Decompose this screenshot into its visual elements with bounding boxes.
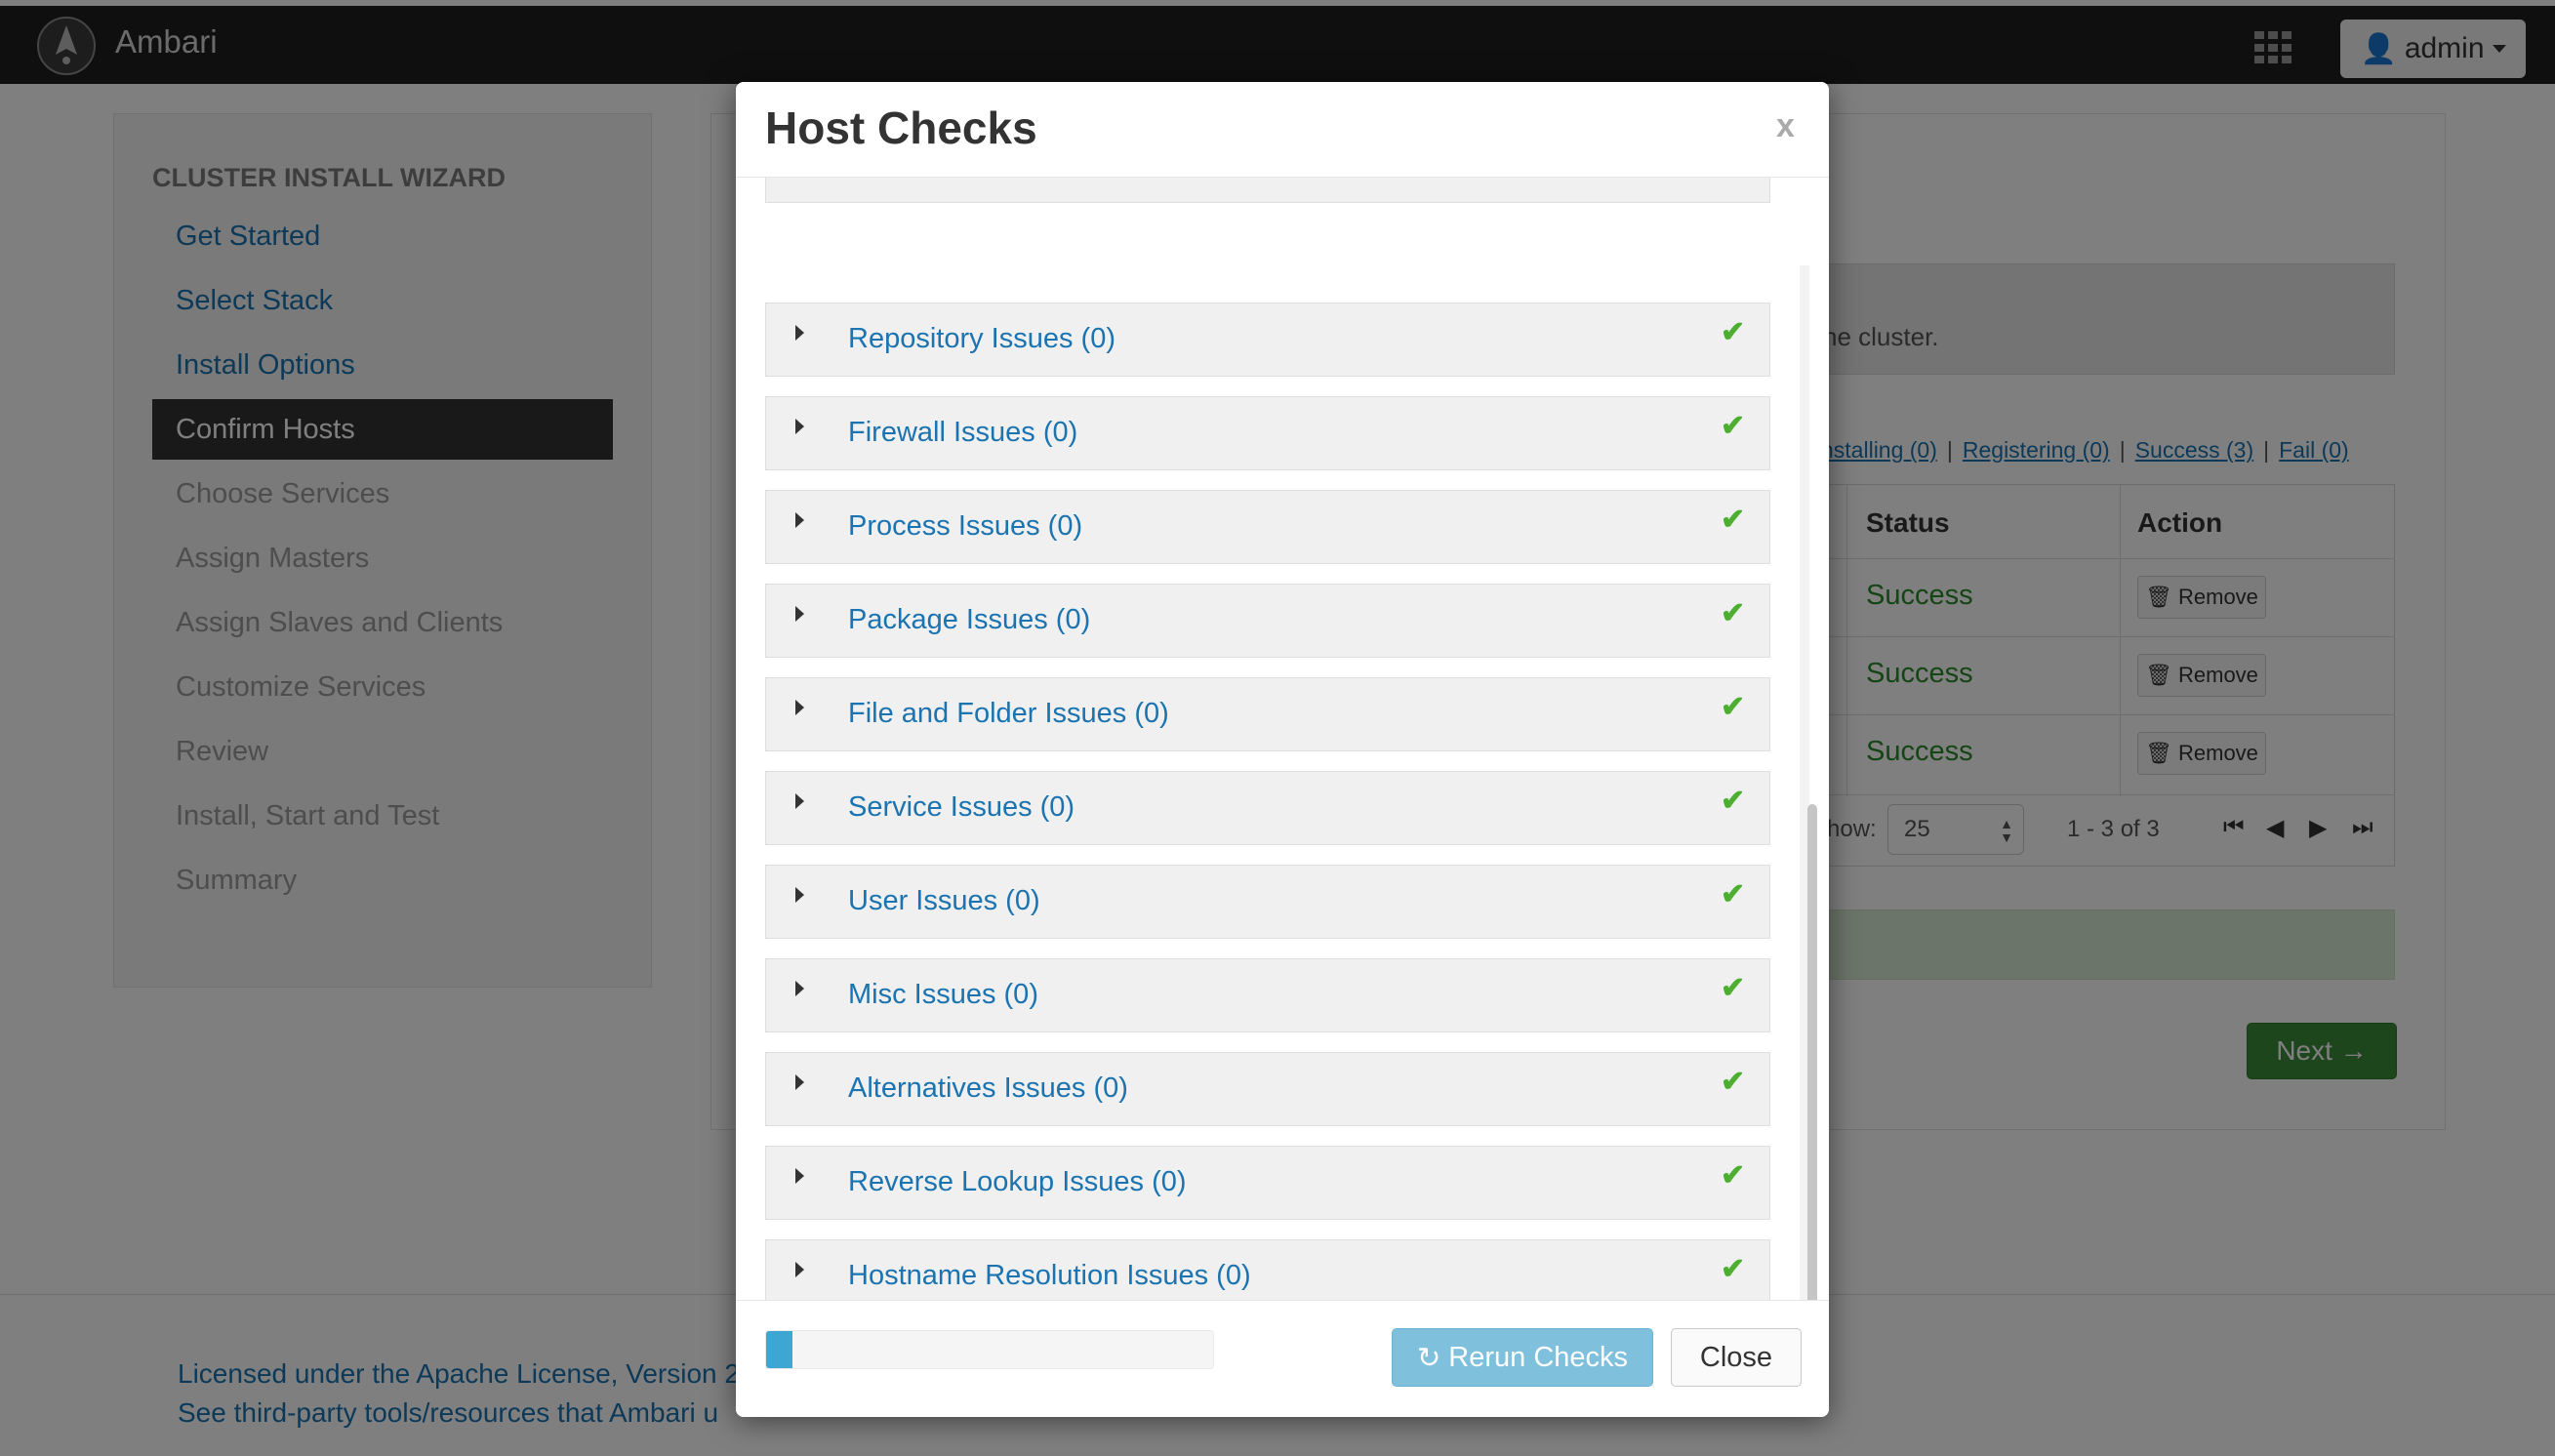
checks-progress-bar — [765, 1330, 1214, 1369]
check-icon: ✔ — [1721, 1159, 1746, 1192]
check-icon: ✔ — [1721, 597, 1746, 629]
refresh-icon: ↻ — [1416, 1342, 1441, 1374]
caret-right-icon[interactable] — [795, 1168, 804, 1184]
caret-right-icon[interactable] — [795, 512, 804, 528]
close-button[interactable]: Close — [1671, 1328, 1802, 1387]
check-icon: ✔ — [1721, 1066, 1746, 1098]
check-item[interactable]: Misc Issues (0) ✔ — [765, 958, 1770, 1032]
check-item-partial[interactable] — [765, 178, 1770, 203]
check-item[interactable]: Alternatives Issues (0) ✔ — [765, 1052, 1770, 1126]
check-item[interactable]: File and Folder Issues (0) ✔ — [765, 677, 1770, 751]
check-icon: ✔ — [1721, 785, 1746, 817]
check-item-label[interactable]: Hostname Resolution Issues (0) — [848, 1260, 1251, 1292]
rerun-label: Rerun Checks — [1448, 1341, 1629, 1373]
check-item-label[interactable]: Reverse Lookup Issues (0) — [848, 1166, 1187, 1198]
check-item[interactable]: Package Issues (0) ✔ — [765, 584, 1770, 658]
progress-fill — [766, 1331, 793, 1368]
caret-right-icon[interactable] — [795, 325, 804, 341]
close-icon[interactable]: x — [1776, 107, 1795, 145]
caret-right-icon[interactable] — [795, 606, 804, 622]
rerun-checks-button[interactable]: ↻ Rerun Checks — [1392, 1328, 1653, 1387]
check-item-label[interactable]: Process Issues (0) — [848, 510, 1082, 543]
modal-footer: ↻ Rerun Checks Close — [736, 1300, 1829, 1417]
modal-header: Host Checks x — [736, 82, 1829, 178]
check-item[interactable]: Process Issues (0) ✔ — [765, 490, 1770, 564]
check-item-label[interactable]: Package Issues (0) — [848, 604, 1090, 636]
caret-right-icon[interactable] — [795, 1262, 804, 1277]
check-item-label[interactable]: Firewall Issues (0) — [848, 417, 1077, 449]
check-item-label[interactable]: File and Folder Issues (0) — [848, 698, 1169, 730]
caret-right-icon[interactable] — [795, 887, 804, 903]
check-icon: ✔ — [1721, 316, 1746, 348]
check-item-label[interactable]: Alternatives Issues (0) — [848, 1072, 1128, 1105]
check-icon: ✔ — [1721, 504, 1746, 536]
check-icon: ✔ — [1721, 691, 1746, 723]
check-item[interactable]: Repository Issues (0) ✔ — [765, 303, 1770, 377]
modal-body: Repository Issues (0) ✔ Firewall Issues (0… — [736, 178, 1829, 1380]
check-icon: ✔ — [1721, 972, 1746, 1004]
check-icon: ✔ — [1721, 410, 1746, 442]
modal-title: Host Checks — [765, 102, 1037, 153]
check-item[interactable]: Reverse Lookup Issues (0) ✔ — [765, 1146, 1770, 1220]
check-item-label[interactable]: Misc Issues (0) — [848, 979, 1038, 1011]
host-checks-modal: Host Checks x Repository Issues (0) ✔ Fire… — [736, 82, 1829, 1417]
scrollbar-thumb[interactable] — [1807, 804, 1817, 1380]
check-item-label[interactable]: Service Issues (0) — [848, 791, 1075, 824]
caret-right-icon[interactable] — [795, 793, 804, 809]
check-item-label[interactable]: User Issues (0) — [848, 885, 1040, 917]
caret-right-icon[interactable] — [795, 1074, 804, 1090]
check-icon: ✔ — [1721, 878, 1746, 910]
caret-right-icon[interactable] — [795, 981, 804, 996]
check-item[interactable]: User Issues (0) ✔ — [765, 865, 1770, 939]
check-item-label[interactable]: Repository Issues (0) — [848, 323, 1115, 355]
check-item[interactable]: Service Issues (0) ✔ — [765, 771, 1770, 845]
check-icon: ✔ — [1721, 1253, 1746, 1285]
check-item[interactable]: Firewall Issues (0) ✔ — [765, 396, 1770, 470]
caret-right-icon[interactable] — [795, 419, 804, 434]
caret-right-icon[interactable] — [795, 700, 804, 715]
